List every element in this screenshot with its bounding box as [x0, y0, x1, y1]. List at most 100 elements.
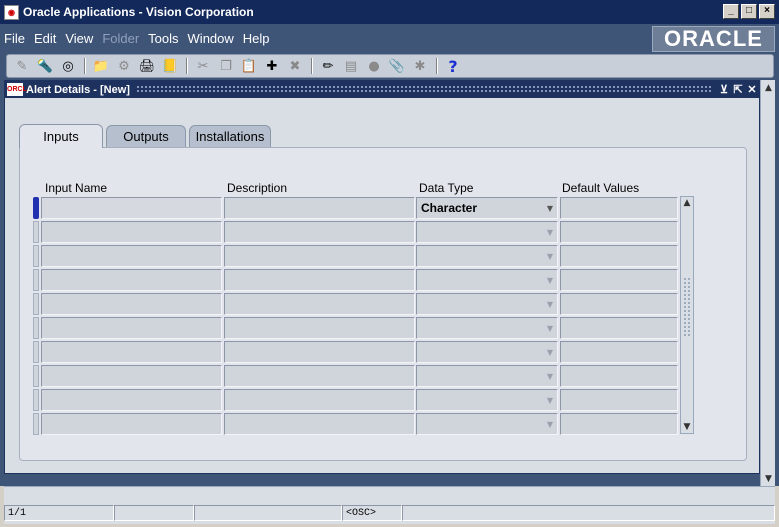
delete-record-icon[interactable]: ✖ [284, 56, 306, 76]
data-type-select[interactable]: ▼ [416, 317, 558, 339]
menu-window[interactable]: Window [188, 31, 234, 46]
description-field[interactable] [224, 341, 415, 363]
data-type-select[interactable]: ▼ [416, 269, 558, 291]
menu-edit[interactable]: Edit [34, 31, 56, 46]
grid-scroll-down-icon[interactable]: ▼ [681, 421, 693, 433]
dropdown-arrow-icon[interactable]: ▼ [547, 396, 553, 405]
navigator-icon[interactable]: ◎ [57, 56, 79, 76]
input-name-field[interactable] [41, 245, 222, 267]
row-indicator[interactable] [33, 293, 39, 315]
default-values-field[interactable] [560, 197, 678, 219]
print-icon[interactable]: 🖨 [136, 56, 158, 76]
default-values-field[interactable] [560, 365, 678, 387]
maximize-button[interactable]: □ [741, 4, 757, 19]
scroll-down-arrow-icon[interactable]: ▼ [761, 471, 776, 486]
tab-outputs[interactable]: Outputs [106, 125, 186, 147]
description-field[interactable] [224, 269, 415, 291]
input-name-field[interactable] [41, 365, 222, 387]
input-name-field[interactable] [41, 221, 222, 243]
save-icon[interactable]: 📁 [90, 56, 112, 76]
minimize-button[interactable]: _ [723, 4, 739, 19]
dropdown-arrow-icon[interactable]: ▼ [547, 228, 553, 237]
close-button[interactable]: × [759, 4, 775, 19]
row-indicator[interactable] [33, 365, 39, 387]
next-step-icon[interactable]: ⚙ [113, 56, 135, 76]
row-indicator[interactable] [33, 245, 39, 267]
dropdown-arrow-icon[interactable]: ▼ [547, 300, 553, 309]
row-indicator[interactable] [33, 317, 39, 339]
default-values-field[interactable] [560, 413, 678, 435]
row-indicator[interactable] [33, 221, 39, 243]
default-values-field[interactable] [560, 389, 678, 411]
dropdown-arrow-icon[interactable]: ▼ [547, 348, 553, 357]
translations-icon[interactable]: ● [363, 56, 385, 76]
input-name-field[interactable] [41, 413, 222, 435]
dropdown-arrow-icon[interactable]: ▼ [547, 252, 553, 261]
description-field[interactable] [224, 365, 415, 387]
row-indicator[interactable] [33, 389, 39, 411]
tab-inputs[interactable]: Inputs [19, 124, 103, 148]
default-values-field[interactable] [560, 245, 678, 267]
menu-view[interactable]: View [65, 31, 93, 46]
scroll-up-arrow-icon[interactable]: ▲ [761, 80, 776, 95]
new-icon[interactable]: ✎ [11, 56, 33, 76]
row-indicator[interactable] [33, 197, 39, 219]
default-values-field[interactable] [560, 317, 678, 339]
dropdown-arrow-icon[interactable]: ▼ [547, 324, 553, 333]
input-name-field[interactable] [41, 389, 222, 411]
default-values-field[interactable] [560, 341, 678, 363]
menu-tools[interactable]: Tools [148, 31, 178, 46]
input-name-field[interactable] [41, 293, 222, 315]
grid-scroll-up-icon[interactable]: ▲ [681, 197, 693, 209]
grid-scroll-thumb[interactable] [683, 277, 691, 337]
row-indicator[interactable] [33, 269, 39, 291]
input-name-field[interactable] [41, 269, 222, 291]
description-field[interactable] [224, 245, 415, 267]
paste-icon[interactable]: 📋 [238, 56, 260, 76]
close-form-icon[interactable]: 📒 [159, 56, 181, 76]
find-icon[interactable]: 🔦 [34, 56, 56, 76]
cut-icon[interactable]: ✂ [192, 56, 214, 76]
edit-field-icon[interactable]: ✏ [317, 56, 339, 76]
data-type-select[interactable]: ▼ [416, 365, 558, 387]
default-values-field[interactable] [560, 221, 678, 243]
data-type-select[interactable]: Character ▼ [416, 197, 558, 219]
grid-scrollbar[interactable]: ▲ ▼ [680, 196, 694, 434]
menu-folder[interactable]: Folder [102, 31, 139, 46]
dropdown-arrow-icon[interactable]: ▼ [547, 204, 553, 213]
help-icon[interactable]: ? [442, 56, 464, 76]
close-form-icon[interactable]: ✕ [745, 83, 759, 96]
default-values-field[interactable] [560, 269, 678, 291]
menu-help[interactable]: Help [243, 31, 270, 46]
description-field[interactable] [224, 293, 415, 315]
folder-tools-icon[interactable]: ✱ [409, 56, 431, 76]
description-field[interactable] [224, 389, 415, 411]
row-indicator[interactable] [33, 341, 39, 363]
description-field[interactable] [224, 221, 415, 243]
dropdown-arrow-icon[interactable]: ▼ [547, 372, 553, 381]
new-record-icon[interactable]: ✚ [261, 56, 283, 76]
restore-form-icon[interactable]: ⇱ [731, 83, 745, 96]
minimize-form-icon[interactable]: ⊻ [717, 83, 731, 96]
description-field[interactable] [224, 317, 415, 339]
input-name-field[interactable] [41, 317, 222, 339]
menu-file[interactable]: File [4, 31, 25, 46]
dropdown-arrow-icon[interactable]: ▼ [547, 420, 553, 429]
input-name-field[interactable] [41, 197, 222, 219]
attachments-icon[interactable]: 📎 [386, 56, 408, 76]
data-type-select[interactable]: ▼ [416, 293, 558, 315]
copy-icon[interactable]: ❐ [215, 56, 237, 76]
input-name-field[interactable] [41, 341, 222, 363]
zoom-icon[interactable]: ▤ [340, 56, 362, 76]
description-field[interactable] [224, 413, 415, 435]
tab-installations[interactable]: Installations [189, 125, 271, 147]
data-type-select[interactable]: ▼ [416, 221, 558, 243]
data-type-select[interactable]: ▼ [416, 341, 558, 363]
row-indicator[interactable] [33, 413, 39, 435]
data-type-select[interactable]: ▼ [416, 389, 558, 411]
description-field[interactable] [224, 197, 415, 219]
data-type-select[interactable]: ▼ [416, 245, 558, 267]
dropdown-arrow-icon[interactable]: ▼ [547, 276, 553, 285]
vertical-scrollbar[interactable]: ▲ ▼ [760, 80, 775, 486]
default-values-field[interactable] [560, 293, 678, 315]
